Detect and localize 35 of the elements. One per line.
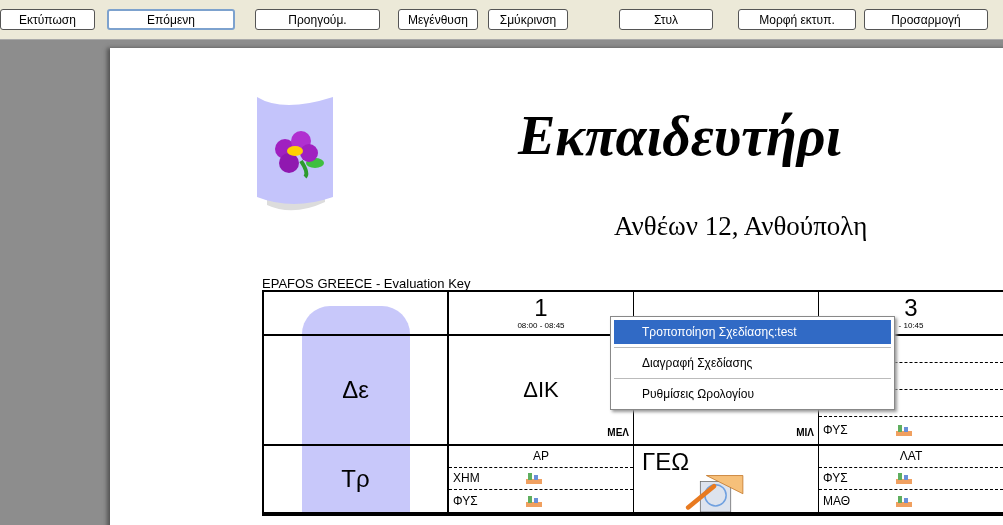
day-label: Τρ	[301, 445, 410, 512]
subject-label: ΦΥΣ	[823, 422, 849, 440]
toolbar-button[interactable]: Προηγούμ.	[255, 9, 380, 30]
subject-label: ΦΥΣ	[453, 492, 479, 510]
toolbar-button[interactable]: Μορφή εκτυπ.	[738, 9, 856, 30]
period-time: 08:00 - 08:45	[517, 321, 565, 330]
toolbar-button[interactable]: Εκτύπωση	[0, 9, 95, 30]
period-number: 1	[534, 295, 548, 320]
menu-item[interactable]: Τροποποίηση Σχεδίασης:test	[614, 320, 891, 344]
menu-item[interactable]: Διαγραφή Σχεδίασης	[614, 351, 891, 375]
subject-label: ΛΑΤ	[899, 448, 923, 466]
address-text: Ανθέων 12, Ανθούπολη	[614, 210, 868, 243]
toolbar-button[interactable]: Προσαρμογή	[864, 9, 988, 30]
teacher-label: ΜΙΛ	[796, 425, 814, 440]
period-time: - 10:45	[898, 321, 924, 330]
subject-icon	[895, 471, 913, 486]
subject-label: ΜΑΘ	[823, 492, 852, 510]
subject-label: ΑΡ	[533, 448, 549, 466]
subject-label: ΓΕΩ	[642, 449, 691, 474]
subject-icon	[525, 471, 543, 486]
teacher-label: ΜΕΛ	[607, 425, 629, 440]
toolbar-button[interactable]: Σμύκρινση	[488, 9, 568, 30]
subject-label: ΔΙΚ	[523, 376, 559, 404]
period-number: 3	[904, 295, 918, 320]
subject-label: ΧΗΜ	[453, 470, 481, 488]
toolbar-button[interactable]: Στυλ	[619, 9, 713, 30]
table-caption: EPAFOS GREECE - Evaluation Key	[262, 276, 472, 290]
subject-icon	[895, 423, 913, 438]
toolbar-button[interactable]: Μεγένθυση	[398, 9, 478, 30]
toolbar-button[interactable]: Επόμενη	[107, 9, 235, 30]
subject-icon	[525, 493, 543, 508]
menu-item[interactable]: Ρυθμίσεις Ωρολογίου	[614, 382, 891, 406]
subject-icon	[895, 493, 913, 508]
subject-label: ΦΥΣ	[823, 470, 849, 488]
day-label: Δε	[301, 335, 410, 444]
